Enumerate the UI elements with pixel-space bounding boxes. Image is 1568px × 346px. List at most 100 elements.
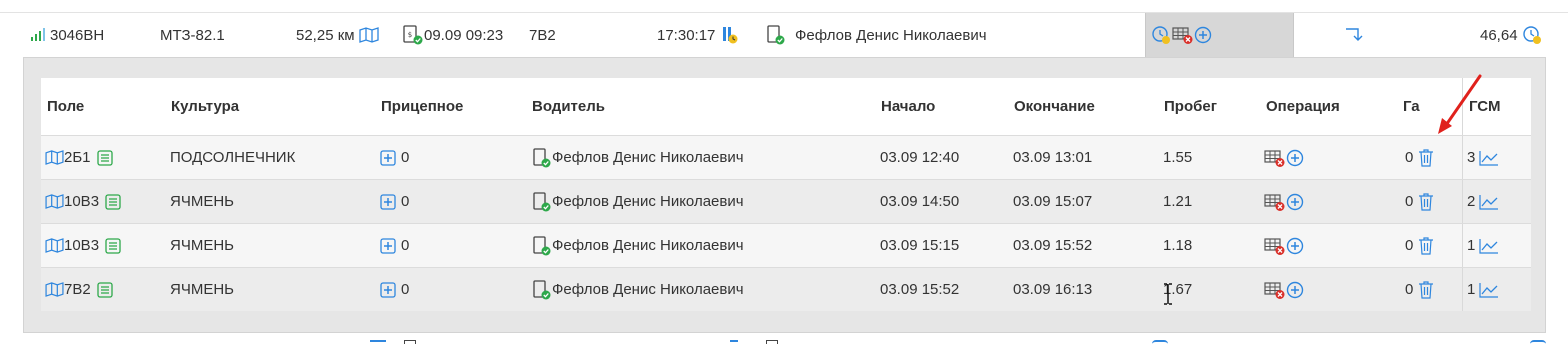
table-row[interactable]: 2Б1 ПОДСОЛНЕЧНИК 0 Фефлов Денис Николаев… [41,135,1531,179]
mileage: 1.55 [1163,149,1193,166]
driver-card-icon [766,25,786,45]
header-trailer[interactable]: Прицепное [381,78,463,135]
table-row[interactable]: 10В3 ЯЧМЕНЬ 0 Фефлов Денис Николаевич 03… [41,179,1531,223]
column-separator [1462,136,1463,179]
crop-name: ПОДСОЛНЕЧНИК [170,149,296,166]
field-cell: 10В3 [45,224,121,267]
add-operation-icon[interactable] [1286,149,1304,167]
header-field[interactable]: Поле [47,78,84,135]
trailer-cell: 0 [380,268,409,311]
trash-icon[interactable] [1418,236,1434,255]
driver-cell: Фефлов Денис Николаевич [532,268,744,311]
grid-error-icon[interactable] [1172,25,1194,45]
ha-value: 0 [1405,193,1414,210]
ha-cell: 0 [1405,180,1434,223]
ha-value: 0 [1405,237,1414,254]
crop-name: ЯЧМЕНЬ [170,193,235,210]
ha-cell: 0 [1405,268,1434,311]
ha-value: 0 [1405,281,1414,298]
vehicle-lastseen-cell: $ 09.09 09:23 [402,13,503,57]
field-cell: 7В2 [45,268,113,311]
field-name: 10В3 [64,237,100,254]
header-driver[interactable]: Водитель [532,78,605,135]
table-row[interactable]: 10В3 ЯЧМЕНЬ 0 Фефлов Денис Николаевич 03… [41,223,1531,267]
table-header: Поле Культура Прицепное Водитель Начало … [41,78,1531,135]
chart-line-icon[interactable] [1479,282,1499,298]
notes-icon[interactable] [105,193,121,210]
chart-line-icon[interactable] [1479,238,1499,254]
driver-card-icon [532,147,552,168]
driver-name: Фефлов Денис Николаевич [552,281,744,298]
crop-name: ЯЧМЕНЬ [170,237,235,254]
header-mileage[interactable]: Пробег [1164,78,1217,135]
trailer-cell: 0 [380,136,409,179]
add-trailer-icon[interactable] [380,237,396,254]
notes-icon[interactable] [96,149,113,166]
driver-name: Фефлов Денис Николаевич [552,193,744,210]
header-end[interactable]: Окончание [1014,78,1095,135]
notes-icon[interactable] [105,237,121,254]
trash-icon[interactable] [1418,192,1434,211]
field-name: 10В3 [64,193,100,210]
mileage: 1.18 [1163,237,1193,254]
map-icon[interactable] [45,150,64,165]
driver-card-icon [532,235,552,256]
vehicle-driver-cell: Фефлов Денис Николаевич [766,13,987,57]
vehicle-fuel-cell: 46,64 [1480,13,1543,57]
vehicle-distance-cell: 52,25 км [296,13,379,57]
driver-card-icon [532,191,552,212]
chart-line-icon[interactable] [1479,194,1499,210]
header-start[interactable]: Начало [881,78,935,135]
field-cell: 2Б1 [45,136,113,179]
trailer-count: 0 [401,193,410,210]
vehicle-operation-cell [1145,13,1294,57]
map-icon[interactable] [45,238,64,253]
vehicle-field: 7В2 [529,26,556,44]
trash-icon[interactable] [1418,148,1434,167]
text-cursor-icon [1164,283,1172,305]
map-icon[interactable] [358,27,379,43]
vehicle-duration: 17:30:17 [657,26,716,44]
start-time: 03.09 15:52 [880,281,960,298]
ha-value: 0 [1405,149,1414,166]
vehicle-duration-cell: 17:30:17 [657,13,739,57]
history-clock-icon[interactable] [1150,25,1172,45]
column-separator [1462,268,1463,311]
map-icon[interactable] [45,194,64,209]
fuel-cell: 2 [1467,180,1499,223]
table-row[interactable]: 7В2 ЯЧМЕНЬ 0 Фефлов Денис Николаевич 03.… [41,267,1531,311]
add-trailer-icon[interactable] [380,281,396,298]
header-ha[interactable]: Га [1403,78,1420,135]
crop-name: ЯЧМЕНЬ [170,281,235,298]
add-operation-icon[interactable] [1286,193,1304,211]
field-name: 2Б1 [64,149,91,166]
trash-icon[interactable] [1418,280,1434,299]
turn-arrow-icon [1344,13,1364,57]
add-operation-icon[interactable] [1286,237,1304,255]
vehicle-row[interactable]: 3046ВН МТЗ-82.1 52,25 км $ 09.09 09:23 7… [0,13,1568,57]
grid-error-icon[interactable] [1264,192,1286,212]
vehicle-plate-cell: 3046ВН [30,13,104,57]
next-row-clipped [0,340,1568,346]
add-trailer-icon[interactable] [380,193,396,210]
grid-error-icon[interactable] [1264,148,1286,168]
notes-icon[interactable] [97,281,113,298]
grid-error-icon[interactable] [1264,280,1286,300]
trailer-count: 0 [401,149,410,166]
add-operation-icon[interactable] [1286,281,1304,299]
fuel-value: 2 [1467,193,1476,210]
header-crop[interactable]: Культура [171,78,239,135]
end-time: 03.09 15:52 [1013,237,1093,254]
add-trailer-icon[interactable] [380,149,396,166]
fuel-cell: 3 [1467,136,1499,179]
header-operation[interactable]: Операция [1266,78,1340,135]
add-operation-icon[interactable] [1194,26,1212,44]
chart-line-icon[interactable] [1479,150,1499,166]
driver-name: Фефлов Денис Николаевич [552,237,744,254]
trailer-count: 0 [401,237,410,254]
vehicle-fuel: 46,64 [1480,26,1518,44]
grid-error-icon[interactable] [1264,236,1286,256]
map-icon[interactable] [45,282,64,297]
start-time: 03.09 12:40 [880,149,960,166]
column-separator [1462,180,1463,223]
